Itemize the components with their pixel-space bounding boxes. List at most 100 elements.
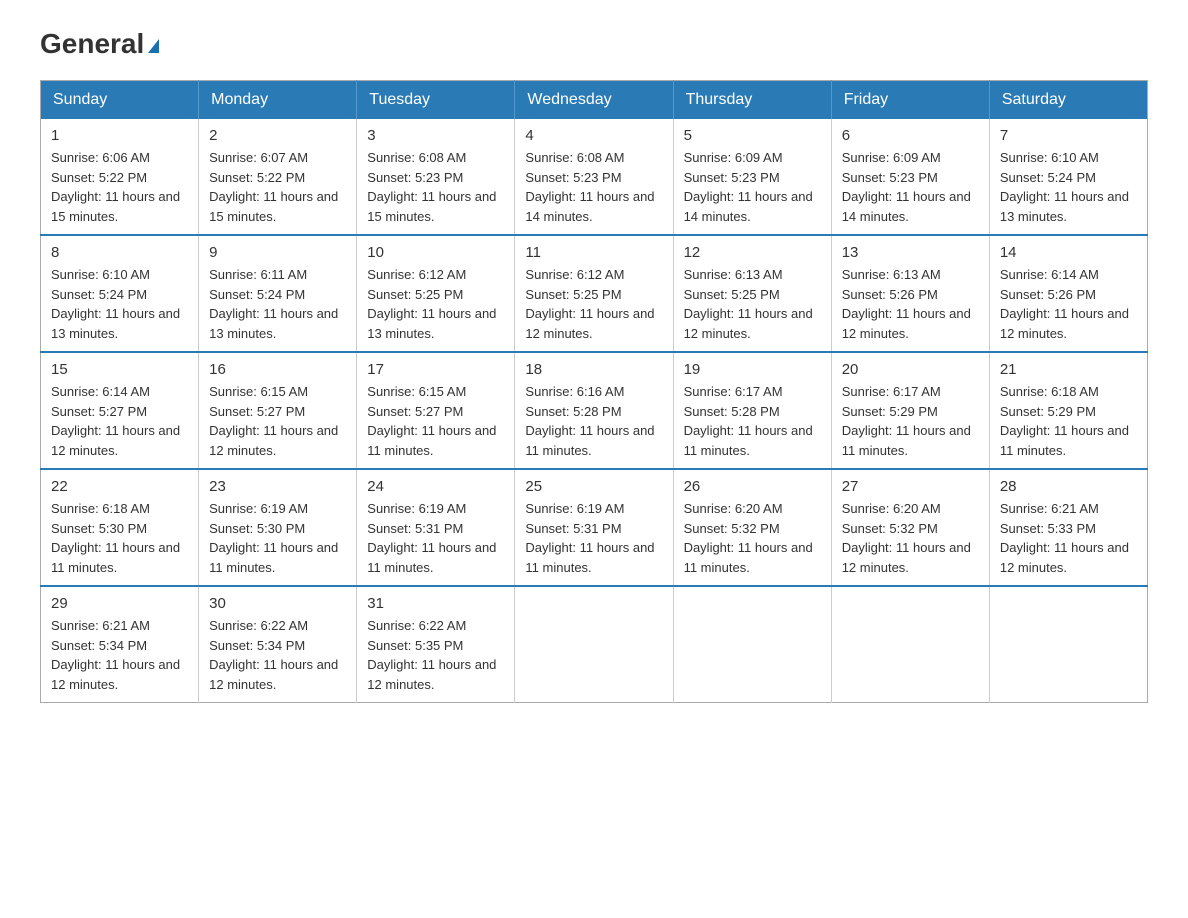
day-info: Sunrise: 6:10 AM Sunset: 5:24 PM Dayligh… xyxy=(1000,148,1137,226)
day-info: Sunrise: 6:21 AM Sunset: 5:33 PM Dayligh… xyxy=(1000,499,1137,577)
calendar-cell: 22 Sunrise: 6:18 AM Sunset: 5:30 PM Dayl… xyxy=(41,469,199,586)
calendar-cell: 6 Sunrise: 6:09 AM Sunset: 5:23 PM Dayli… xyxy=(831,119,989,235)
day-number: 28 xyxy=(1000,478,1137,495)
day-info: Sunrise: 6:16 AM Sunset: 5:28 PM Dayligh… xyxy=(525,382,662,460)
calendar-cell xyxy=(831,586,989,703)
calendar-cell: 10 Sunrise: 6:12 AM Sunset: 5:25 PM Dayl… xyxy=(357,235,515,352)
day-header-monday: Monday xyxy=(199,81,357,120)
day-number: 2 xyxy=(209,127,346,144)
calendar-cell xyxy=(515,586,673,703)
calendar-cell: 2 Sunrise: 6:07 AM Sunset: 5:22 PM Dayli… xyxy=(199,119,357,235)
day-info: Sunrise: 6:19 AM Sunset: 5:31 PM Dayligh… xyxy=(367,499,504,577)
calendar-week-row: 15 Sunrise: 6:14 AM Sunset: 5:27 PM Dayl… xyxy=(41,352,1148,469)
page-header: General xyxy=(40,30,1148,60)
day-number: 15 xyxy=(51,361,188,378)
calendar-cell: 16 Sunrise: 6:15 AM Sunset: 5:27 PM Dayl… xyxy=(199,352,357,469)
calendar-cell: 9 Sunrise: 6:11 AM Sunset: 5:24 PM Dayli… xyxy=(199,235,357,352)
day-number: 22 xyxy=(51,478,188,495)
day-number: 12 xyxy=(684,244,821,261)
day-info: Sunrise: 6:08 AM Sunset: 5:23 PM Dayligh… xyxy=(367,148,504,226)
day-number: 23 xyxy=(209,478,346,495)
day-number: 24 xyxy=(367,478,504,495)
calendar-cell: 26 Sunrise: 6:20 AM Sunset: 5:32 PM Dayl… xyxy=(673,469,831,586)
day-number: 13 xyxy=(842,244,979,261)
day-number: 29 xyxy=(51,595,188,612)
calendar-cell: 29 Sunrise: 6:21 AM Sunset: 5:34 PM Dayl… xyxy=(41,586,199,703)
day-number: 17 xyxy=(367,361,504,378)
logo-text: General xyxy=(40,30,159,58)
logo: General xyxy=(40,30,159,60)
day-info: Sunrise: 6:22 AM Sunset: 5:34 PM Dayligh… xyxy=(209,616,346,694)
day-info: Sunrise: 6:20 AM Sunset: 5:32 PM Dayligh… xyxy=(842,499,979,577)
calendar-cell: 3 Sunrise: 6:08 AM Sunset: 5:23 PM Dayli… xyxy=(357,119,515,235)
day-number: 31 xyxy=(367,595,504,612)
day-info: Sunrise: 6:08 AM Sunset: 5:23 PM Dayligh… xyxy=(525,148,662,226)
day-info: Sunrise: 6:15 AM Sunset: 5:27 PM Dayligh… xyxy=(209,382,346,460)
calendar-cell: 28 Sunrise: 6:21 AM Sunset: 5:33 PM Dayl… xyxy=(989,469,1147,586)
calendar-week-row: 22 Sunrise: 6:18 AM Sunset: 5:30 PM Dayl… xyxy=(41,469,1148,586)
day-number: 20 xyxy=(842,361,979,378)
day-info: Sunrise: 6:22 AM Sunset: 5:35 PM Dayligh… xyxy=(367,616,504,694)
day-header-thursday: Thursday xyxy=(673,81,831,120)
day-info: Sunrise: 6:07 AM Sunset: 5:22 PM Dayligh… xyxy=(209,148,346,226)
day-info: Sunrise: 6:14 AM Sunset: 5:26 PM Dayligh… xyxy=(1000,265,1137,343)
calendar-cell: 17 Sunrise: 6:15 AM Sunset: 5:27 PM Dayl… xyxy=(357,352,515,469)
day-info: Sunrise: 6:06 AM Sunset: 5:22 PM Dayligh… xyxy=(51,148,188,226)
calendar-cell: 13 Sunrise: 6:13 AM Sunset: 5:26 PM Dayl… xyxy=(831,235,989,352)
day-info: Sunrise: 6:18 AM Sunset: 5:29 PM Dayligh… xyxy=(1000,382,1137,460)
day-number: 18 xyxy=(525,361,662,378)
day-number: 10 xyxy=(367,244,504,261)
day-number: 8 xyxy=(51,244,188,261)
day-number: 26 xyxy=(684,478,821,495)
day-info: Sunrise: 6:19 AM Sunset: 5:31 PM Dayligh… xyxy=(525,499,662,577)
calendar-header-row: SundayMondayTuesdayWednesdayThursdayFrid… xyxy=(41,81,1148,120)
calendar-cell: 19 Sunrise: 6:17 AM Sunset: 5:28 PM Dayl… xyxy=(673,352,831,469)
day-info: Sunrise: 6:09 AM Sunset: 5:23 PM Dayligh… xyxy=(684,148,821,226)
calendar-cell: 20 Sunrise: 6:17 AM Sunset: 5:29 PM Dayl… xyxy=(831,352,989,469)
calendar-cell: 30 Sunrise: 6:22 AM Sunset: 5:34 PM Dayl… xyxy=(199,586,357,703)
day-number: 5 xyxy=(684,127,821,144)
calendar-cell: 27 Sunrise: 6:20 AM Sunset: 5:32 PM Dayl… xyxy=(831,469,989,586)
calendar-cell: 21 Sunrise: 6:18 AM Sunset: 5:29 PM Dayl… xyxy=(989,352,1147,469)
day-info: Sunrise: 6:17 AM Sunset: 5:29 PM Dayligh… xyxy=(842,382,979,460)
day-info: Sunrise: 6:15 AM Sunset: 5:27 PM Dayligh… xyxy=(367,382,504,460)
day-info: Sunrise: 6:19 AM Sunset: 5:30 PM Dayligh… xyxy=(209,499,346,577)
calendar-cell: 14 Sunrise: 6:14 AM Sunset: 5:26 PM Dayl… xyxy=(989,235,1147,352)
day-number: 6 xyxy=(842,127,979,144)
calendar-cell: 15 Sunrise: 6:14 AM Sunset: 5:27 PM Dayl… xyxy=(41,352,199,469)
day-info: Sunrise: 6:11 AM Sunset: 5:24 PM Dayligh… xyxy=(209,265,346,343)
day-number: 1 xyxy=(51,127,188,144)
day-header-sunday: Sunday xyxy=(41,81,199,120)
calendar-cell: 4 Sunrise: 6:08 AM Sunset: 5:23 PM Dayli… xyxy=(515,119,673,235)
day-info: Sunrise: 6:10 AM Sunset: 5:24 PM Dayligh… xyxy=(51,265,188,343)
day-header-friday: Friday xyxy=(831,81,989,120)
day-info: Sunrise: 6:18 AM Sunset: 5:30 PM Dayligh… xyxy=(51,499,188,577)
day-number: 21 xyxy=(1000,361,1137,378)
day-number: 3 xyxy=(367,127,504,144)
day-info: Sunrise: 6:20 AM Sunset: 5:32 PM Dayligh… xyxy=(684,499,821,577)
day-info: Sunrise: 6:12 AM Sunset: 5:25 PM Dayligh… xyxy=(367,265,504,343)
calendar-cell: 25 Sunrise: 6:19 AM Sunset: 5:31 PM Dayl… xyxy=(515,469,673,586)
calendar-cell: 1 Sunrise: 6:06 AM Sunset: 5:22 PM Dayli… xyxy=(41,119,199,235)
day-info: Sunrise: 6:13 AM Sunset: 5:25 PM Dayligh… xyxy=(684,265,821,343)
day-number: 4 xyxy=(525,127,662,144)
day-info: Sunrise: 6:13 AM Sunset: 5:26 PM Dayligh… xyxy=(842,265,979,343)
day-header-tuesday: Tuesday xyxy=(357,81,515,120)
day-info: Sunrise: 6:17 AM Sunset: 5:28 PM Dayligh… xyxy=(684,382,821,460)
calendar-table: SundayMondayTuesdayWednesdayThursdayFrid… xyxy=(40,80,1148,703)
day-number: 30 xyxy=(209,595,346,612)
calendar-cell xyxy=(989,586,1147,703)
calendar-cell: 7 Sunrise: 6:10 AM Sunset: 5:24 PM Dayli… xyxy=(989,119,1147,235)
calendar-cell: 12 Sunrise: 6:13 AM Sunset: 5:25 PM Dayl… xyxy=(673,235,831,352)
day-number: 27 xyxy=(842,478,979,495)
day-number: 16 xyxy=(209,361,346,378)
day-header-saturday: Saturday xyxy=(989,81,1147,120)
calendar-cell xyxy=(673,586,831,703)
day-header-wednesday: Wednesday xyxy=(515,81,673,120)
day-info: Sunrise: 6:09 AM Sunset: 5:23 PM Dayligh… xyxy=(842,148,979,226)
calendar-week-row: 8 Sunrise: 6:10 AM Sunset: 5:24 PM Dayli… xyxy=(41,235,1148,352)
day-info: Sunrise: 6:21 AM Sunset: 5:34 PM Dayligh… xyxy=(51,616,188,694)
calendar-cell: 23 Sunrise: 6:19 AM Sunset: 5:30 PM Dayl… xyxy=(199,469,357,586)
calendar-cell: 31 Sunrise: 6:22 AM Sunset: 5:35 PM Dayl… xyxy=(357,586,515,703)
day-number: 9 xyxy=(209,244,346,261)
